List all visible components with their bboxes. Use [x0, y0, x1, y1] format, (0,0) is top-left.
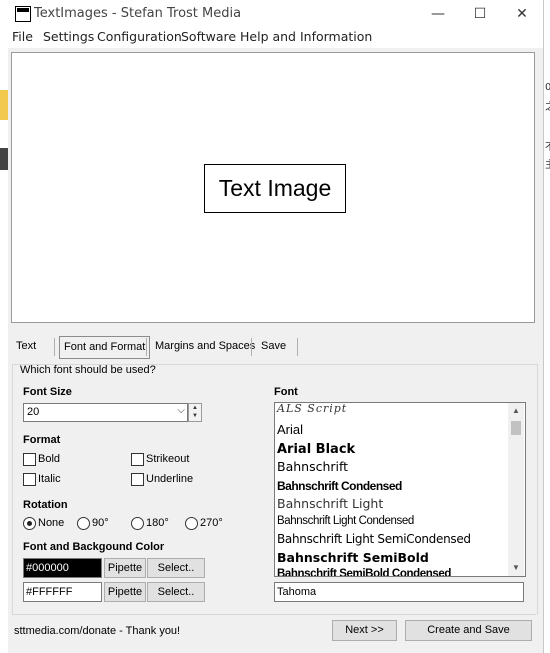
- app-window: TextImages - Stefan Trost Media — ☐ ✕ Fi…: [8, 0, 543, 653]
- bold-checkbox[interactable]: [23, 453, 36, 466]
- stepper-up-icon[interactable]: ▲: [189, 404, 201, 412]
- next-button[interactable]: Next >>: [332, 620, 397, 641]
- rotation-heading: Rotation: [23, 499, 68, 511]
- maximize-button[interactable]: ☐: [459, 0, 501, 28]
- tab-text[interactable]: Text: [12, 336, 40, 357]
- rotation-270-label: 270°: [200, 517, 223, 529]
- font-item-bahnschrift-semibold[interactable]: Bahnschrift SemiBold: [277, 550, 429, 565]
- desktop-right-edge: 0 之 不 主: [543, 0, 550, 653]
- desktop-glyph: 之: [545, 98, 550, 113]
- rotation-180-label: 180°: [146, 517, 169, 529]
- font-list-scrollbar[interactable]: ▲ ▼: [508, 403, 524, 576]
- image-preview: Text Image: [11, 52, 535, 323]
- font-size-value: 20: [27, 406, 40, 418]
- strikeout-checkbox[interactable]: [131, 453, 144, 466]
- font-heading: Font: [274, 386, 298, 398]
- font-size-select[interactable]: 20 ⌵: [23, 403, 188, 422]
- font-item-bahnschrift-light-semicondensed[interactable]: Bahnschrift Light SemiCondensed: [277, 532, 471, 546]
- underline-label: Underline: [146, 473, 194, 485]
- font-item-arial[interactable]: Arial: [277, 422, 303, 437]
- font-listbox[interactable]: ALS Script Arial Arial Black Bahnschrift…: [274, 402, 526, 577]
- font-name-input[interactable]: Tahoma: [274, 582, 524, 602]
- window-title: TextImages - Stefan Trost Media: [34, 6, 242, 21]
- font-list-items: ALS Script Arial Arial Black Bahnschrift…: [275, 403, 509, 576]
- font-color-field[interactable]: #000000: [23, 558, 102, 578]
- tab-save[interactable]: Save: [257, 336, 290, 357]
- donate-link[interactable]: sttmedia.com/donate - Thank you!: [14, 625, 180, 637]
- italic-checkbox[interactable]: [23, 473, 36, 486]
- font-question: Which font should be used?: [20, 364, 156, 376]
- stepper-down-icon[interactable]: ▼: [189, 412, 201, 420]
- desktop-fragment-yellow: [0, 90, 8, 120]
- italic-label: Italic: [38, 473, 61, 485]
- rotation-90-label: 90°: [92, 517, 109, 529]
- menu-configuration[interactable]: Configuration: [97, 29, 182, 44]
- background-color-select-button[interactable]: Select..: [147, 582, 205, 602]
- font-item-bahnschrift-semibold-condensed[interactable]: Bahnschrift SemiBold Condensed: [277, 568, 451, 576]
- font-item-bahnschrift[interactable]: Bahnschrift: [277, 459, 348, 474]
- tab-separator: [146, 338, 147, 356]
- tab-separator: [297, 338, 298, 356]
- scroll-thumb[interactable]: [511, 421, 521, 435]
- desktop-glyph: 0: [545, 82, 550, 93]
- menu-bar: File Settings Configuration Software Hel…: [8, 28, 543, 48]
- font-item-arial-black[interactable]: Arial Black: [277, 442, 355, 457]
- tab-font-and-format[interactable]: Font and Format: [59, 336, 151, 359]
- tab-margins-and-spaces[interactable]: Margins and Spaces: [151, 336, 259, 357]
- font-color-pipette-button[interactable]: Pipette: [104, 558, 146, 578]
- tab-separator: [54, 338, 55, 356]
- rotation-none-radio[interactable]: [23, 517, 36, 530]
- format-heading: Format: [23, 434, 61, 446]
- chevron-down-icon: ⌵: [177, 405, 185, 416]
- scroll-up-icon[interactable]: ▲: [508, 403, 524, 419]
- bold-label: Bold: [38, 453, 61, 465]
- desktop-glyph: 主: [545, 156, 550, 171]
- menu-help[interactable]: Help and Information: [240, 29, 372, 44]
- color-heading: Font and Backgound Color: [23, 541, 165, 553]
- menu-file[interactable]: File: [12, 29, 33, 44]
- menu-settings[interactable]: Settings: [43, 29, 94, 44]
- create-and-save-button[interactable]: Create and Save: [405, 620, 532, 641]
- background-color-field[interactable]: #FFFFFF: [23, 582, 102, 602]
- desktop-fragment-dark: [0, 148, 8, 170]
- font-size-heading: Font Size: [23, 386, 72, 398]
- preview-text-image: Text Image: [204, 164, 346, 213]
- rotation-180-radio[interactable]: [131, 517, 144, 530]
- menu-software[interactable]: Software: [181, 29, 236, 44]
- close-button[interactable]: ✕: [501, 0, 543, 28]
- font-color-select-button[interactable]: Select..: [147, 558, 205, 578]
- font-item-als-script[interactable]: ALS Script: [277, 403, 347, 415]
- underline-checkbox[interactable]: [131, 473, 144, 486]
- desktop-glyph: 不: [545, 138, 550, 153]
- tab-separator: [251, 338, 252, 356]
- minimize-button[interactable]: —: [417, 0, 459, 28]
- app-icon: [15, 6, 31, 22]
- scroll-down-icon[interactable]: ▼: [508, 560, 524, 576]
- font-item-bahnschrift-light[interactable]: Bahnschrift Light: [277, 496, 383, 511]
- rotation-none-label: None: [38, 517, 65, 529]
- background-color-pipette-button[interactable]: Pipette: [104, 582, 146, 602]
- font-size-stepper[interactable]: ▲ ▼: [188, 403, 202, 422]
- rotation-270-radio[interactable]: [185, 517, 198, 530]
- font-item-bahnschrift-light-condensed[interactable]: Bahnschrift Light Condensed: [277, 515, 414, 527]
- strikeout-label: Strikeout: [146, 453, 190, 465]
- panel-divider: [12, 614, 536, 615]
- title-bar[interactable]: TextImages - Stefan Trost Media — ☐ ✕: [8, 0, 543, 28]
- font-item-bahnschrift-condensed[interactable]: Bahnschrift Condensed: [277, 479, 402, 493]
- rotation-90-radio[interactable]: [77, 517, 90, 530]
